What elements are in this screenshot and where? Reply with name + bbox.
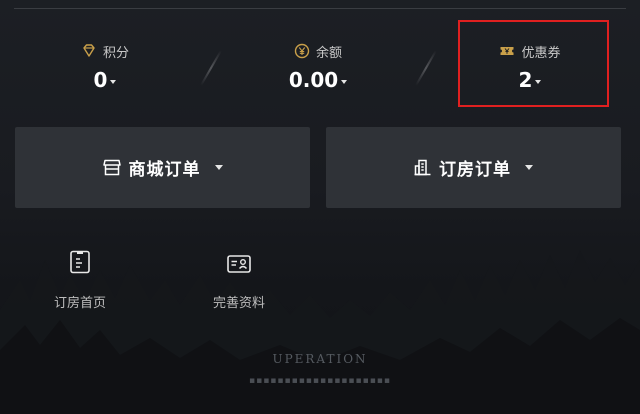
stat-points-label: 积分 [102,45,129,61]
id-card-icon [227,255,251,273]
quick-link-room-home[interactable]: 订房首页 [40,250,120,311]
footer-brand: UPERATION [272,352,368,366]
quick-link-room-home-label: 订房首页 [53,296,106,311]
building-icon [414,159,431,176]
stat-points-value: 0 [93,68,108,92]
stat-balance-value: 0.00 [288,68,339,92]
top-divider [14,8,626,9]
stat-balance[interactable]: 余额 0.00 [228,22,408,92]
chevron-down-icon [214,165,223,170]
diamond-icon [83,44,95,57]
yen-coin-icon [294,43,310,59]
quick-link-complete-profile-label: 完善资料 [212,296,265,311]
stat-balance-label: 余额 [315,45,342,61]
quick-link-complete-profile[interactable]: 完善资料 [199,250,279,311]
chevron-down-icon [110,80,117,84]
chevron-down-icon [341,80,348,84]
stat-points[interactable]: 积分 0 [15,22,195,92]
mall-orders-button[interactable]: 商城订单 [15,127,310,208]
footer-logo: UPERATION ▪▪▪▪▪▪▪▪▪▪▪▪▪▪▪▪▪▪▪▪ [0,352,640,386]
room-orders-label: 订房订单 [439,160,511,180]
chevron-down-icon [525,165,533,170]
mall-orders-label: 商城订单 [128,160,201,180]
storefront-icon [102,159,121,176]
footer-tagline: ▪▪▪▪▪▪▪▪▪▪▪▪▪▪▪▪▪▪▪▪ [249,376,391,386]
document-icon [70,250,90,274]
coupon-highlight-box [458,20,609,107]
room-orders-button[interactable]: 订房订单 [326,127,621,208]
